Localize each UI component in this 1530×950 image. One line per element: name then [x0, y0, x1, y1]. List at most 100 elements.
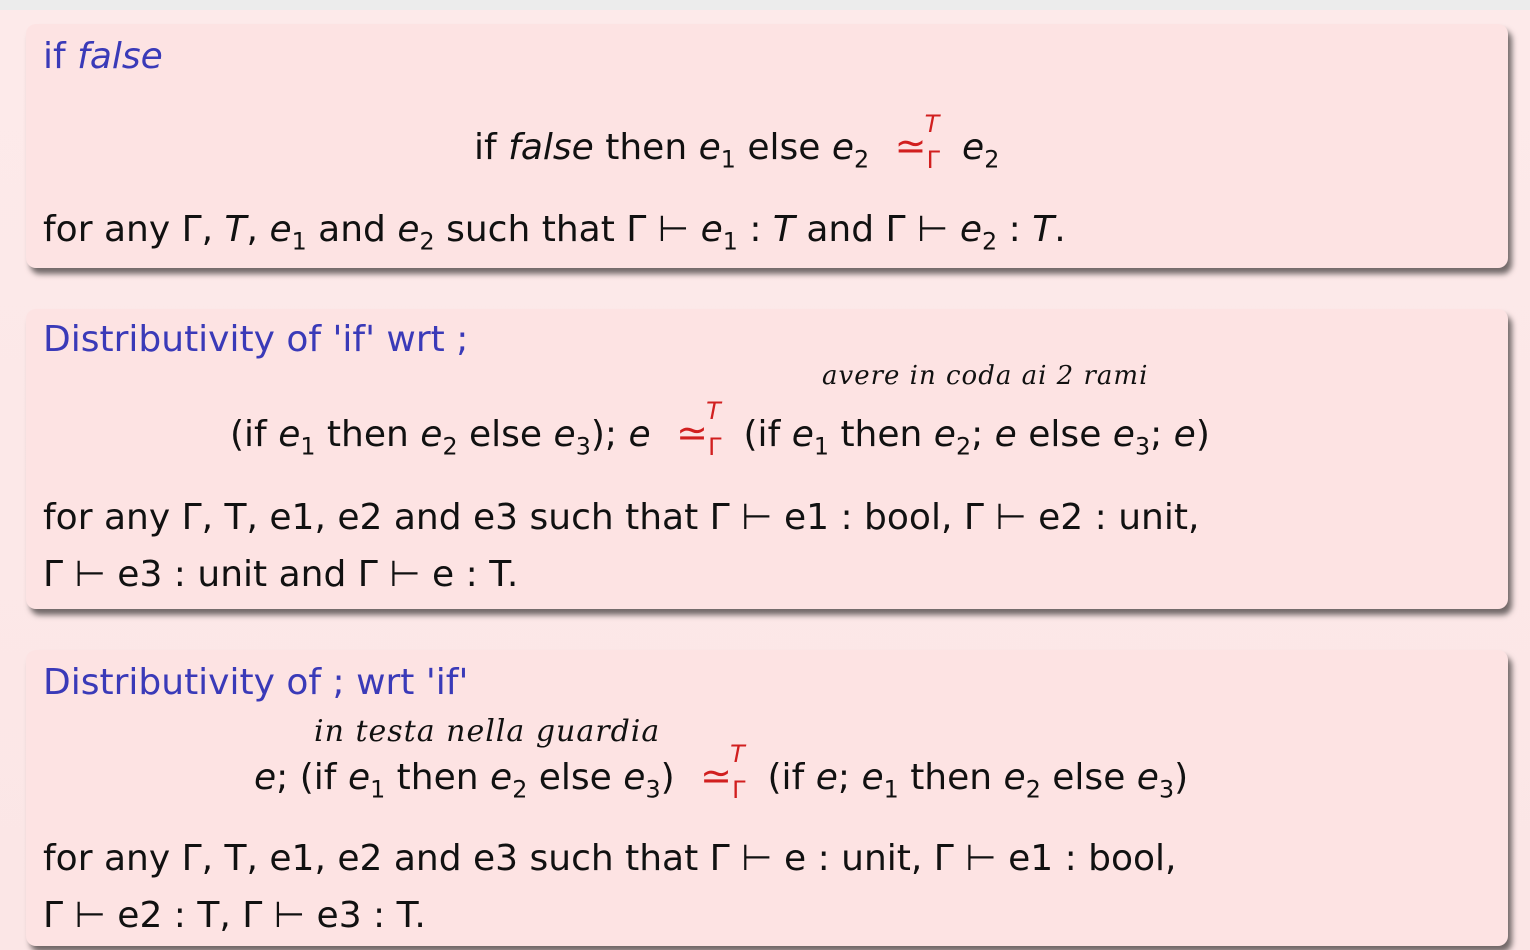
subscript: 2 — [1025, 775, 1041, 804]
subscript: 1 — [813, 432, 829, 461]
text: such that Γ ⊢ — [446, 209, 690, 250]
equivalence-formula: (if e1 then e2 else e3); e ≃ T Γ (if e1 th… — [230, 397, 1210, 461]
text: ); — [590, 414, 617, 455]
var-e: e — [1173, 414, 1196, 455]
var-e: e — [698, 127, 721, 168]
condition-line-1: for any Γ, T, e1, e2 and e3 such that Γ … — [43, 497, 1200, 538]
text: (if — [299, 757, 337, 798]
text: ; — [276, 757, 289, 798]
kw-else: else — [538, 757, 612, 798]
kw-else: else — [1052, 757, 1126, 798]
condition-line-2: Γ ⊢ e3 : unit and Γ ⊢ e : T. — [43, 554, 519, 595]
var-e: e — [553, 414, 576, 455]
rel-sub: Γ — [732, 776, 746, 804]
kw-else: else — [1028, 414, 1102, 455]
subscript: 3 — [645, 775, 661, 804]
block-title: Distributivity of 'if' wrt ; — [43, 319, 469, 360]
var-T: T — [224, 209, 247, 250]
var-e: e — [397, 209, 420, 250]
kw-else: else — [747, 127, 821, 168]
rel-symbol: ≃ — [894, 124, 927, 168]
subscript: 2 — [854, 145, 870, 174]
rel-sup: T — [924, 110, 940, 138]
text: , — [246, 209, 258, 250]
subscript: 2 — [419, 227, 435, 256]
equivalence-relation: ≃ T Γ — [894, 110, 940, 174]
subscript: 1 — [883, 775, 899, 804]
text: . — [1054, 209, 1066, 250]
block-title: if false — [43, 36, 163, 77]
rel-symbol: ≃ — [676, 411, 708, 455]
title-word: if — [43, 36, 66, 77]
rel-sup: T — [730, 740, 745, 768]
text: (if — [767, 757, 805, 798]
title-italic: false — [77, 36, 163, 77]
kw-false: false — [508, 127, 594, 168]
var-e: e — [700, 209, 723, 250]
subscript: 1 — [722, 227, 738, 256]
subscript: 1 — [300, 432, 316, 461]
var-e: e — [933, 414, 956, 455]
rel-symbol: ≃ — [700, 754, 732, 798]
text: ) — [1174, 757, 1189, 798]
text: and Γ ⊢ — [806, 209, 949, 250]
subscript: 2 — [442, 432, 458, 461]
condition-line-1: for any Γ, T, e1, e2 and e3 such that Γ … — [43, 838, 1177, 879]
subscript: 2 — [984, 145, 1000, 174]
var-e: e — [628, 414, 651, 455]
subscript: 1 — [720, 145, 736, 174]
subscript: 3 — [575, 432, 591, 461]
kw-then: then — [910, 757, 993, 798]
rel-sub: Γ — [926, 146, 940, 174]
kw-then: then — [605, 127, 688, 168]
rel-sup: T — [706, 397, 721, 425]
var-e: e — [959, 209, 983, 250]
var-e: e — [254, 757, 277, 798]
var-e: e — [815, 757, 838, 798]
handwritten-note: avere in coda ai 2 rami — [822, 361, 1149, 391]
block-distributivity-if-wrt-seq: Distributivity of 'if' wrt ; avere in co… — [26, 309, 1508, 609]
text: ) — [1195, 414, 1210, 455]
subscript: 1 — [291, 227, 307, 256]
text: and — [318, 209, 386, 250]
text: (if — [230, 414, 267, 455]
handwritten-note: in testa nella guardia — [314, 714, 661, 749]
equivalence-formula: if false then e1 else e2 ≃ T Γ e2 — [474, 110, 999, 174]
var-e: e — [962, 127, 985, 168]
subscript: 2 — [982, 227, 998, 256]
subscript: 2 — [512, 775, 528, 804]
var-e: e — [791, 414, 814, 455]
var-e: e — [278, 414, 301, 455]
var-e: e — [1136, 757, 1159, 798]
text: ; — [837, 757, 850, 798]
text: : — [1008, 209, 1021, 250]
equivalence-relation: ≃ T Γ — [676, 397, 721, 461]
var-e: e — [831, 127, 854, 168]
var-T: T — [772, 209, 795, 250]
var-e: e — [269, 209, 292, 250]
kw-if: if — [474, 127, 497, 168]
var-e: e — [347, 757, 371, 798]
kw-then: then — [840, 414, 923, 455]
equivalence-formula: e; (if e1 then e2 else e3) ≃ T Γ (if e; e1… — [254, 740, 1189, 804]
var-e: e — [420, 414, 443, 455]
var-e: e — [490, 757, 513, 798]
text: ) — [660, 757, 675, 798]
block-title: Distributivity of ; wrt 'if' — [43, 662, 469, 703]
text: for any Γ, — [43, 209, 214, 250]
text: (if — [743, 414, 781, 455]
subscript: 3 — [1158, 775, 1175, 804]
var-e: e — [861, 757, 884, 798]
block-distributivity-seq-wrt-if: Distributivity of ; wrt 'if' in testa ne… — [26, 650, 1508, 946]
text: ; — [1150, 414, 1163, 455]
condition-line: for any Γ, T, e1 and e2 such that Γ ⊢ e1… — [43, 209, 1066, 253]
equivalence-relation: ≃ T Γ — [700, 740, 745, 804]
subscript: 2 — [955, 432, 972, 461]
condition-line-2: Γ ⊢ e2 : T, Γ ⊢ e3 : T. — [43, 895, 426, 936]
rel-sub: Γ — [708, 433, 722, 461]
text: ; — [971, 414, 984, 455]
var-e: e — [1112, 414, 1135, 455]
subscript: 1 — [370, 775, 386, 804]
var-e: e — [623, 757, 646, 798]
var-e: e — [994, 414, 1017, 455]
